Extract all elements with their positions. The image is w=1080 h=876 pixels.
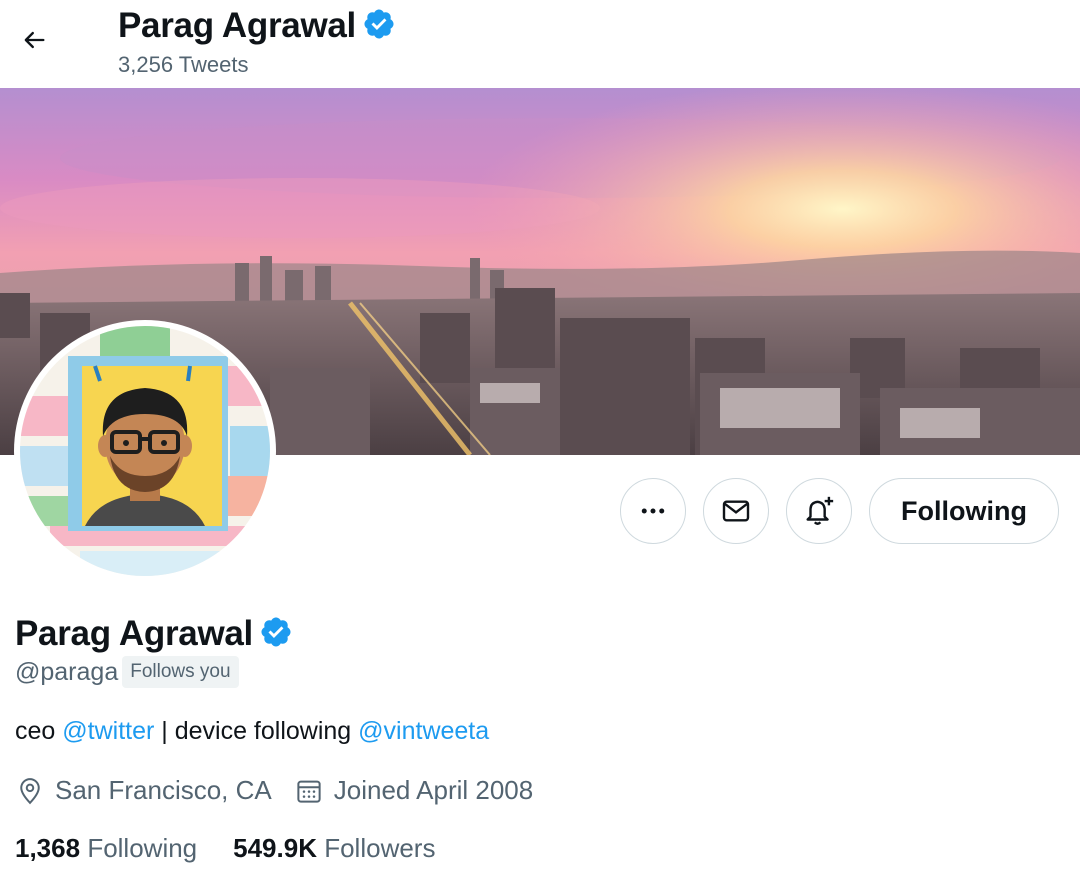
- followers-stat-link[interactable]: 549.9K Followers: [233, 833, 435, 864]
- header-name-row: Parag Agrawal: [118, 6, 396, 46]
- header-display-name: Parag Agrawal: [118, 6, 356, 45]
- profile-handle: @paraga: [15, 657, 119, 686]
- profile-display-name: Parag Agrawal: [15, 614, 253, 653]
- verified-badge-icon: [362, 7, 396, 46]
- back-button[interactable]: [10, 16, 58, 64]
- location-text: San Francisco, CA: [55, 775, 272, 805]
- bell-plus-icon: [806, 496, 834, 525]
- joined-item: Joined April 2008: [294, 775, 533, 806]
- location-item: San Francisco, CA: [15, 775, 272, 806]
- joined-text: Joined April 2008: [333, 775, 534, 805]
- arrow-left-icon: [24, 31, 45, 49]
- avatar-image: [20, 326, 270, 576]
- profile-name-row: Parag Agrawal: [15, 612, 293, 656]
- handle-row: @paraga Follows you: [15, 656, 239, 688]
- profile-bio: ceo @twitter | device following @vintwee…: [15, 717, 489, 746]
- following-count: 1,368: [15, 833, 81, 863]
- notifications-button[interactable]: [786, 478, 853, 544]
- followers-stat-label: Followers: [324, 833, 436, 863]
- map-pin-icon: [20, 777, 40, 804]
- following-button[interactable]: Following: [869, 478, 1059, 544]
- message-button[interactable]: [703, 478, 770, 544]
- more-button[interactable]: [620, 478, 687, 544]
- followers-count: 549.9K: [233, 833, 317, 863]
- following-stat-link[interactable]: 1,368 Following: [15, 833, 197, 864]
- verified-badge-icon: [259, 615, 293, 654]
- more-horizontal-icon: [641, 508, 665, 514]
- profile-stats: 1,368 Following 549.9K Followers: [15, 833, 471, 864]
- profile-meta: San Francisco, CA Joined April 2008: [15, 775, 555, 806]
- calendar-icon: [297, 780, 321, 803]
- bio-text-middle: | device following: [154, 717, 359, 745]
- profile-actions: Following: [620, 478, 1059, 544]
- bio-text-prefix: ceo: [15, 717, 63, 745]
- profile-avatar[interactable]: [14, 320, 276, 582]
- envelope-icon: [722, 500, 750, 522]
- following-stat-label: Following: [87, 833, 198, 863]
- header-tweet-count: 3,256 Tweets: [118, 52, 249, 77]
- follows-you-badge: Follows you: [122, 656, 239, 688]
- bio-mention-vintweeta[interactable]: @vintweeta: [358, 717, 489, 745]
- bio-mention-twitter[interactable]: @twitter: [62, 717, 154, 745]
- profile-header: Parag Agrawal 3,256 Tweets: [0, 0, 1080, 88]
